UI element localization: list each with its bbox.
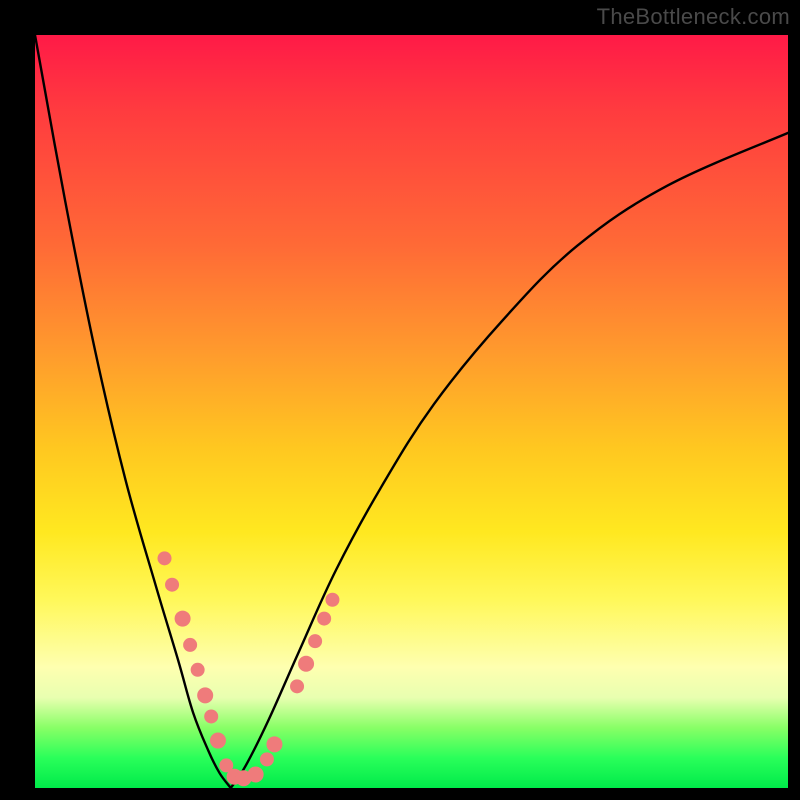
data-marker [175, 611, 191, 627]
data-marker [183, 638, 197, 652]
data-marker [248, 766, 264, 782]
watermark-text: TheBottleneck.com [597, 4, 790, 30]
data-marker [317, 612, 331, 626]
plot-area [35, 35, 788, 788]
curve-right-branch [231, 133, 788, 788]
data-marker [298, 656, 314, 672]
markers-group [158, 551, 340, 786]
data-marker [210, 733, 226, 749]
data-marker [266, 736, 282, 752]
data-marker [325, 593, 339, 607]
data-marker [165, 578, 179, 592]
data-marker [290, 679, 304, 693]
curve-group [35, 35, 788, 788]
data-marker [191, 663, 205, 677]
data-marker [204, 709, 218, 723]
data-marker [158, 551, 172, 565]
data-marker [260, 752, 274, 766]
chart-svg [35, 35, 788, 788]
chart-frame: TheBottleneck.com [0, 0, 800, 800]
data-marker [308, 634, 322, 648]
data-marker [197, 687, 213, 703]
